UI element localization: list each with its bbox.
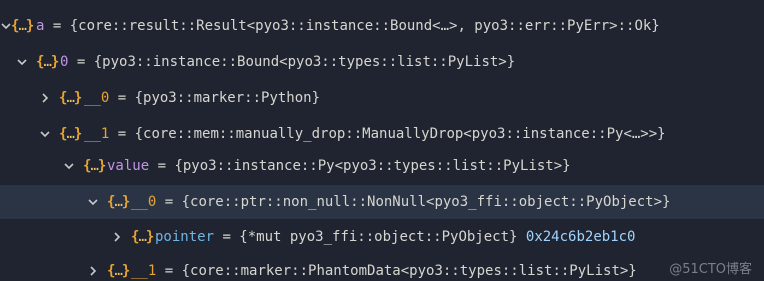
variable-row-a[interactable]: {…} a = {core::result::Result<pyo3::inst… [0, 9, 764, 43]
variable-value: = {pyo3::marker::Python} [109, 90, 321, 106]
variable-name: __1 [84, 126, 110, 142]
variable-value: = {*mut pyo3_ffi::object::PyObject} [214, 229, 526, 245]
variable-row-phantom[interactable]: {…} __1 = {core::marker::PhantomData<pyo… [0, 254, 764, 281]
variable-icon: {…} [131, 229, 154, 245]
variable-row-0[interactable]: {…} 0 = {pyo3::instance::Bound<pyo3::typ… [0, 45, 764, 79]
variable-row-inner[interactable]: {…} __1 = {core::mem::manually_drop::Man… [0, 117, 764, 151]
debugger-variables-panel: {…} a = {core::result::Result<pyo3::inst… [0, 0, 764, 281]
variable-row-value[interactable]: {…} value = {pyo3::instance::Py<pyo3::ty… [0, 149, 764, 183]
chevron-right-icon[interactable] [111, 220, 125, 254]
variable-name: pointer [155, 229, 215, 245]
variable-value: = {pyo3::instance::Py<pyo3::types::list:… [149, 158, 571, 174]
chevron-down-icon[interactable] [16, 45, 30, 79]
variable-row-py[interactable]: {…} __0 = {pyo3::marker::Python} [0, 81, 764, 115]
variable-name: __0 [84, 90, 110, 106]
pointer-address: 0x24c6b2eb1c0 [525, 229, 636, 245]
chevron-right-icon[interactable] [39, 81, 53, 115]
variable-value: = {core::mem::manually_drop::ManuallyDro… [109, 126, 666, 142]
chevron-down-icon[interactable] [87, 185, 101, 219]
variable-icon: {…} [36, 54, 59, 70]
variable-row-pointer[interactable]: {…} pointer = {*mut pyo3_ffi::object::Py… [0, 220, 764, 254]
variable-icon: {…} [59, 126, 82, 142]
chevron-right-icon[interactable] [87, 254, 101, 281]
variable-icon: {…} [59, 90, 82, 106]
variable-name: __1 [131, 263, 157, 279]
variable-value: = {core::marker::PhantomData<pyo3::types… [156, 263, 637, 279]
variable-icon: {…} [107, 194, 130, 210]
watermark: @51CTO博客 [669, 262, 752, 277]
variable-value: = {core::ptr::non_null::NonNull<pyo3_ffi… [156, 194, 671, 210]
variable-value: = {core::result::Result<pyo3::instance::… [44, 18, 660, 34]
variable-name: value [107, 158, 150, 174]
chevron-down-icon[interactable] [63, 149, 77, 183]
variable-value: = {pyo3::instance::Bound<pyo3::types::li… [68, 54, 516, 70]
variable-icon: {…} [11, 18, 34, 34]
chevron-down-icon[interactable] [39, 117, 53, 151]
variable-name: __0 [131, 194, 157, 210]
variable-icon: {…} [107, 263, 130, 279]
variable-icon: {…} [83, 158, 106, 174]
variable-row-nonnull[interactable]: {…} __0 = {core::ptr::non_null::NonNull<… [0, 185, 764, 219]
